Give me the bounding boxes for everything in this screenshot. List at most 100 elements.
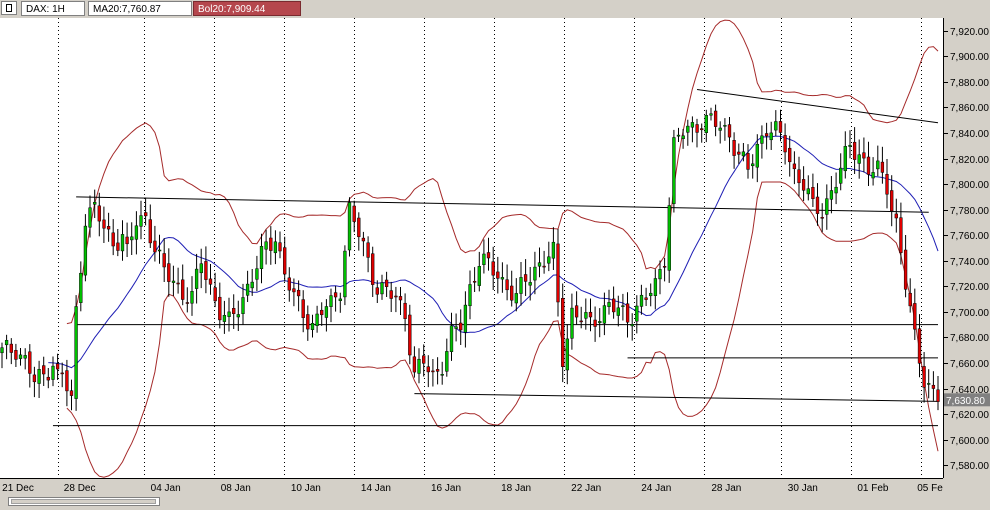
candle-down bbox=[579, 320, 583, 323]
horizontal-scrollbar[interactable] bbox=[8, 497, 160, 506]
candle-down bbox=[287, 277, 291, 291]
candle-up bbox=[658, 269, 662, 280]
candle-down bbox=[32, 374, 37, 383]
candle-up bbox=[245, 283, 250, 296]
x-tick-label: 14 Jan bbox=[361, 483, 391, 494]
candle-up bbox=[653, 278, 658, 296]
candle-up bbox=[37, 369, 41, 384]
candle-down bbox=[811, 187, 815, 199]
candle-down bbox=[148, 219, 152, 244]
candle-up bbox=[769, 132, 773, 141]
candle-up bbox=[806, 188, 810, 195]
candle-up bbox=[774, 121, 778, 131]
candle-up bbox=[130, 236, 134, 241]
x-tick-label: 24 Jan bbox=[641, 483, 671, 494]
candle-up bbox=[157, 249, 162, 252]
candlestick-chart-svg[interactable]: 7,580.007,600.007,620.007,640.007,660.00… bbox=[0, 18, 990, 494]
candle-down bbox=[60, 372, 64, 375]
x-tick-label: 04 Jan bbox=[151, 483, 181, 494]
candle-up bbox=[468, 284, 472, 307]
ma-indicator-label[interactable]: MA20:7,760.87 bbox=[88, 1, 192, 16]
candle-up bbox=[927, 383, 931, 385]
candle-down bbox=[783, 135, 787, 153]
candle-up bbox=[18, 354, 23, 359]
candle-up bbox=[570, 307, 574, 339]
candle-down bbox=[352, 205, 356, 222]
candle-down bbox=[42, 365, 46, 375]
candle-down bbox=[852, 141, 857, 160]
candle-down bbox=[913, 303, 917, 330]
candle-up bbox=[843, 146, 847, 172]
candle-down bbox=[644, 297, 648, 300]
candle-up bbox=[0, 347, 4, 354]
candle-up bbox=[537, 262, 542, 267]
candle-up bbox=[741, 151, 746, 157]
candle-up bbox=[565, 338, 569, 371]
scrollbar-thumb[interactable] bbox=[11, 499, 156, 504]
candle-up bbox=[607, 302, 611, 307]
x-tick-label: 21 Dec bbox=[2, 483, 34, 494]
candle-down bbox=[371, 253, 375, 285]
candle-up bbox=[324, 306, 329, 318]
candle-down bbox=[486, 252, 491, 259]
candle-down bbox=[866, 156, 871, 175]
candle-up bbox=[547, 256, 551, 264]
candle-down bbox=[510, 285, 514, 301]
candle-down bbox=[69, 390, 74, 396]
candle-down bbox=[936, 389, 940, 402]
x-tick-label: 28 Dec bbox=[64, 483, 96, 494]
symbol-label[interactable]: DAX: 1H bbox=[21, 1, 85, 16]
candle-down bbox=[890, 190, 894, 212]
candle-up bbox=[635, 305, 639, 322]
candle-down bbox=[375, 287, 379, 295]
candle-up bbox=[449, 325, 454, 352]
candle-down bbox=[176, 282, 180, 285]
candle-down bbox=[333, 292, 338, 298]
candle-up bbox=[533, 266, 537, 281]
x-tick-label: 30 Jan bbox=[788, 483, 818, 494]
candle-up bbox=[79, 272, 83, 303]
candle-up bbox=[329, 295, 333, 307]
candle-up bbox=[74, 306, 78, 399]
x-tick-label: 28 Jan bbox=[711, 483, 741, 494]
candle-down bbox=[505, 279, 509, 291]
candle-down bbox=[422, 355, 426, 364]
candle-down bbox=[746, 153, 750, 170]
candle-down bbox=[801, 179, 806, 191]
candle-down bbox=[320, 309, 324, 316]
candle-up bbox=[514, 293, 518, 304]
candle-up bbox=[602, 305, 607, 324]
candle-down bbox=[162, 253, 166, 268]
candle-down bbox=[218, 296, 222, 321]
candle-up bbox=[751, 163, 755, 167]
candle-down bbox=[208, 278, 213, 285]
candle-down bbox=[788, 147, 792, 163]
candle-up bbox=[120, 234, 125, 252]
bollinger-indicator-label[interactable]: Bol20:7,909.44 bbox=[193, 1, 301, 16]
candle-up bbox=[857, 154, 861, 164]
candle-up bbox=[139, 215, 143, 227]
candle-up bbox=[676, 134, 681, 137]
candle-down bbox=[588, 311, 593, 318]
price-chart[interactable]: 7,580.00 7,600.00 7,620.00 7,640.00 7,660.00… bbox=[0, 18, 990, 494]
candle-up bbox=[463, 304, 468, 333]
candle-up bbox=[681, 135, 685, 139]
candle-up bbox=[672, 137, 676, 204]
candle-down bbox=[389, 290, 393, 299]
candle-up bbox=[584, 312, 588, 319]
candle-up bbox=[690, 122, 695, 128]
candle-down bbox=[65, 370, 69, 392]
chart-menu-button[interactable] bbox=[1, 1, 17, 15]
candle-down bbox=[97, 205, 101, 222]
candle-down bbox=[181, 279, 185, 300]
candle-down bbox=[792, 163, 797, 170]
candle-up bbox=[598, 321, 602, 324]
candle-down bbox=[496, 271, 500, 279]
x-axis: 21 Dec 28 Dec 04 Jan 08 Jan 10 Jan 14 Jan 16 J… bbox=[0, 478, 943, 494]
candle-up bbox=[723, 125, 727, 127]
candle-up bbox=[616, 307, 620, 316]
candle-up bbox=[630, 324, 634, 327]
candle-down bbox=[908, 292, 912, 307]
candle-down bbox=[412, 356, 417, 373]
candle-down bbox=[306, 314, 310, 330]
